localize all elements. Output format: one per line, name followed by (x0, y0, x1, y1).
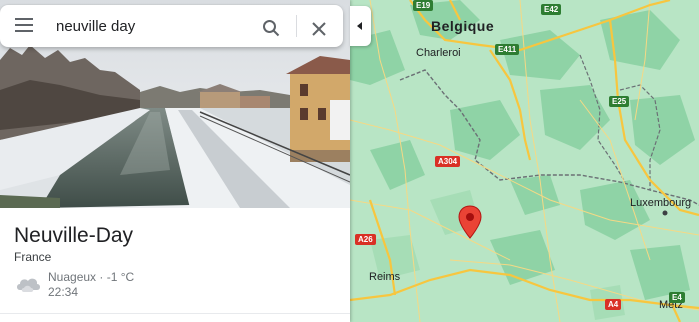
road-shield: A26 (355, 234, 376, 245)
city-dot (662, 210, 668, 216)
map-layer (350, 0, 699, 322)
panel-divider (0, 313, 350, 314)
search-input[interactable] (56, 16, 246, 36)
location-pin-icon[interactable] (457, 205, 483, 239)
road-shield: A304 (435, 156, 461, 167)
cloud-icon (17, 278, 40, 292)
place-panel: Neuville-Day France Nuageux · -1 °C 22:3… (0, 0, 350, 322)
caret-left-icon (357, 22, 362, 30)
label-city[interactable]: Luxembourg (630, 197, 691, 209)
weather-description: Nuageux · -1 °C (48, 270, 135, 284)
road-shield: E19 (413, 0, 434, 11)
label-country: Belgique (431, 18, 495, 34)
label-city[interactable]: Charleroi (416, 47, 461, 59)
place-title: Neuville-Day (14, 224, 134, 247)
search-box (0, 5, 343, 47)
search-divider (296, 15, 297, 37)
place-country: France (14, 250, 52, 264)
road-shield: E411 (495, 44, 520, 55)
search-icon[interactable] (262, 19, 280, 37)
close-icon[interactable] (311, 21, 327, 37)
weather-time: 22:34 (48, 285, 79, 299)
road-shield: E4 (669, 292, 685, 303)
menu-icon[interactable] (15, 18, 33, 34)
label-city[interactable]: Reims (369, 271, 400, 283)
road-shield: E25 (609, 96, 630, 107)
road-shield: E42 (541, 4, 562, 15)
road-shield: A4 (605, 299, 622, 310)
map-canvas[interactable]: Belgique Charleroi Luxembourg Reims Metz… (350, 0, 699, 322)
collapse-panel-button[interactable] (350, 6, 371, 46)
